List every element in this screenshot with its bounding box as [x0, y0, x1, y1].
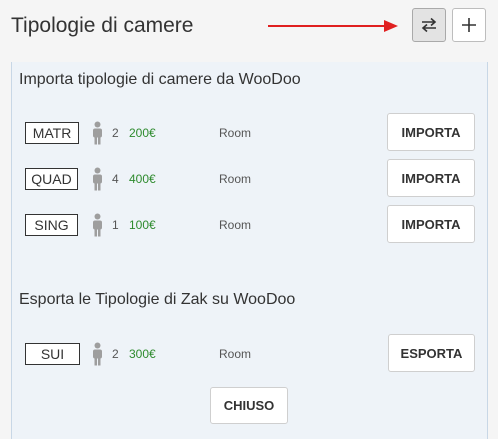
- room-type: Room: [219, 172, 252, 186]
- woodoo-sync-panel: Importa tipologie di camere da WooDoo MA…: [11, 62, 488, 439]
- room-price: 400€: [129, 172, 156, 186]
- sync-button[interactable]: [412, 8, 446, 42]
- page-title: Tipologie di camere: [11, 14, 194, 37]
- room-code-badge: QUAD: [25, 168, 78, 190]
- close-button[interactable]: CHIUSO: [210, 387, 288, 424]
- room-code-badge: SUI: [25, 343, 80, 365]
- room-type: Room: [219, 347, 252, 361]
- export-section-title: Esporta le Tipologie di Zak su WooDoo: [19, 291, 296, 308]
- guest-count: 1: [112, 218, 119, 232]
- guest-count: 2: [112, 126, 119, 140]
- annotation-arrow-icon: [268, 20, 398, 32]
- room-code-badge: SING: [25, 214, 78, 236]
- swap-arrows-icon: [421, 17, 437, 33]
- person-icon: [93, 213, 102, 237]
- person-icon: [93, 342, 102, 366]
- room-row: SING 1 100€ Room IMPORTA: [12, 205, 487, 245]
- room-price: 200€: [129, 126, 156, 140]
- add-button[interactable]: [452, 8, 486, 42]
- room-price: 100€: [129, 218, 156, 232]
- person-icon: [93, 121, 102, 145]
- room-type: Room: [219, 126, 252, 140]
- room-price: 300€: [129, 347, 156, 361]
- plus-icon: [462, 18, 476, 32]
- person-icon: [93, 167, 102, 191]
- room-row: MATR 2 200€ Room IMPORTA: [12, 113, 487, 153]
- export-button[interactable]: ESPORTA: [388, 334, 475, 372]
- room-type: Room: [219, 218, 252, 232]
- guest-count: 2: [112, 347, 119, 361]
- import-button[interactable]: IMPORTA: [387, 113, 475, 151]
- guest-count: 4: [112, 172, 119, 186]
- import-section-title: Importa tipologie di camere da WooDoo: [19, 71, 301, 88]
- room-row: QUAD 4 400€ Room IMPORTA: [12, 159, 487, 199]
- import-button[interactable]: IMPORTA: [387, 159, 475, 197]
- room-row: SUI 2 300€ Room ESPORTA: [12, 334, 487, 374]
- import-button[interactable]: IMPORTA: [387, 205, 475, 243]
- room-code-badge: MATR: [25, 122, 79, 144]
